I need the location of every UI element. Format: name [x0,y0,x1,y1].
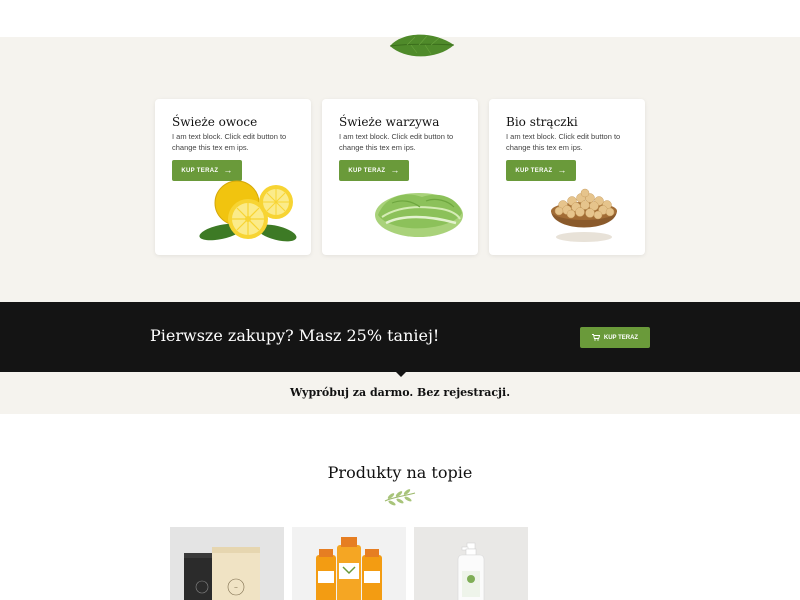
featured-title: Produkty na topie [327,463,473,482]
promo-banner: Pierwsze zakupy? Masz 25% taniej! KUP TE… [0,302,800,372]
cart-icon [591,334,600,341]
trial-text: Wypróbuj za darmo. Bez rejestracji. [289,386,511,399]
arrow-right-icon: → [390,165,400,175]
button-label: KUP TERAZ [515,167,553,174]
category-card-vegetables: Świeże warzywa I am text block. Click ed… [322,99,478,255]
button-label: KUP TERAZ [348,167,386,174]
arrow-right-icon: → [223,165,233,175]
svg-text:~: ~ [234,585,238,591]
button-label: KUP TERAZ [181,167,219,174]
category-card-fruits: Świeże owoce I am text block. Click edit… [155,99,311,255]
banner-pointer [396,372,406,377]
juice-bottles-image [316,537,382,600]
chickpeas-bowl-image [551,188,617,242]
buy-now-button[interactable]: KUP TERAZ → [506,160,576,181]
promo-title: Pierwsze zakupy? Masz 25% taniej! [150,326,440,345]
trial-band: Wypróbuj za darmo. Bez rejestracji. [0,372,800,414]
lemons-image [199,180,297,242]
lotion-bottle-image [457,542,485,600]
basil-leaf-icon [389,34,455,57]
button-label: KUP TERAZ [603,334,639,341]
card-text: I am text block. Click edit button to ch… [172,132,287,152]
buy-now-button[interactable]: KUP TERAZ → [339,160,409,181]
card-title: Świeże owoce [172,115,258,129]
card-title: Bio strączki [506,115,578,129]
arrow-right-icon: → [557,165,567,175]
coffee-bags-image: ~ [184,547,260,600]
card-title: Świeże warzywa [339,115,440,129]
sprig-icon [384,489,416,506]
promo-buy-button[interactable]: KUP TERAZ [580,327,650,348]
product-card-lotion[interactable] [414,527,528,600]
product-card-coffee[interactable]: ~ [170,527,284,600]
category-card-legumes: Bio strączki I am text block. Click edit… [489,99,645,255]
card-text: I am text block. Click edit button to ch… [506,132,621,152]
product-card-juice[interactable] [292,527,406,600]
lettuce-image [375,193,463,237]
card-text: I am text block. Click edit button to ch… [339,132,454,152]
